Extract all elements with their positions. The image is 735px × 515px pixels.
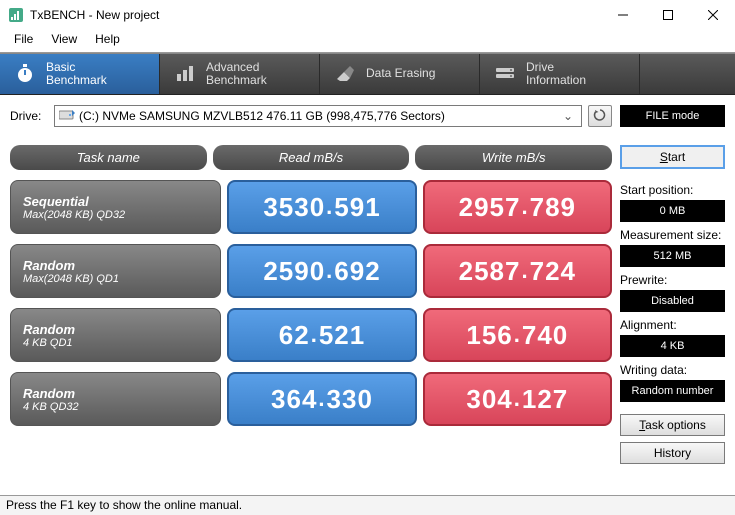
header-write: Write mB/s (415, 145, 612, 170)
write-value: 2587.724 (423, 244, 612, 298)
writing-data-value[interactable]: Random number (620, 380, 725, 402)
tab-label: Drive Information (526, 61, 586, 87)
app-icon (8, 7, 24, 23)
drive-select[interactable]: (C:) NVMe SAMSUNG MZVLB512 476.11 GB (99… (54, 105, 582, 127)
writing-data-label: Writing data: (620, 363, 725, 377)
file-mode-button[interactable]: FILE mode (620, 105, 725, 127)
menu-help[interactable]: Help (87, 30, 128, 50)
alignment-value[interactable]: 4 KB (620, 335, 725, 357)
tab-advanced-benchmark[interactable]: Advanced Benchmark (160, 54, 320, 94)
task-cell[interactable]: RandomMax(2048 KB) QD1 (10, 244, 221, 298)
drive-icon (494, 62, 516, 87)
read-value: 3530.591 (227, 180, 416, 234)
eraser-icon (334, 62, 356, 87)
menu-file[interactable]: File (6, 30, 41, 50)
header-task: Task name (10, 145, 207, 170)
tab-label: Advanced Benchmark (206, 61, 267, 87)
window-title: TxBENCH - New project (30, 8, 600, 22)
read-value: 2590.692 (227, 244, 416, 298)
read-value: 62.521 (227, 308, 416, 362)
start-position-label: Start position: (620, 183, 725, 197)
stopwatch-icon (14, 62, 36, 87)
result-row: Random4 KB QD162.521156.740 (10, 308, 612, 362)
task-cell[interactable]: Random4 KB QD1 (10, 308, 221, 362)
maximize-button[interactable] (645, 0, 690, 30)
task-cell[interactable]: Random4 KB QD32 (10, 372, 221, 426)
task-options-button[interactable]: Task options (620, 414, 725, 436)
close-button[interactable] (690, 0, 735, 30)
prewrite-label: Prewrite: (620, 273, 725, 287)
drive-label: Drive: (10, 109, 48, 123)
chevron-down-icon: ⌄ (559, 109, 577, 123)
task-title: Sequential (23, 194, 208, 209)
tab-data-erasing[interactable]: Data Erasing (320, 54, 480, 94)
tab-drive-information[interactable]: Drive Information (480, 54, 640, 94)
tab-basic-benchmark[interactable]: Basic Benchmark (0, 54, 160, 94)
minimize-button[interactable] (600, 0, 645, 30)
read-value: 364.330 (227, 372, 416, 426)
header-read: Read mB/s (213, 145, 410, 170)
task-subtitle: 4 KB QD1 (23, 337, 208, 349)
write-value: 2957.789 (423, 180, 612, 234)
tab-label: Basic Benchmark (46, 61, 107, 87)
drive-value: (C:) NVMe SAMSUNG MZVLB512 476.11 GB (99… (79, 109, 445, 123)
task-subtitle: Max(2048 KB) QD1 (23, 273, 208, 285)
task-subtitle: 4 KB QD32 (23, 401, 208, 413)
status-bar: Press the F1 key to show the online manu… (0, 495, 735, 515)
refresh-icon (593, 108, 607, 125)
bars-icon (174, 62, 196, 87)
write-value: 156.740 (423, 308, 612, 362)
menu-view[interactable]: View (43, 30, 85, 50)
drive-icon (59, 109, 75, 124)
measurement-size-label: Measurement size: (620, 228, 725, 242)
start-position-value[interactable]: 0 MB (620, 200, 725, 222)
tab-label: Data Erasing (366, 67, 435, 80)
result-row: SequentialMax(2048 KB) QD323530.5912957.… (10, 180, 612, 234)
task-title: Random (23, 322, 208, 337)
task-title: Random (23, 258, 208, 273)
start-button[interactable]: Start (620, 145, 725, 169)
alignment-label: Alignment: (620, 318, 725, 332)
task-title: Random (23, 386, 208, 401)
refresh-button[interactable] (588, 105, 612, 127)
prewrite-value[interactable]: Disabled (620, 290, 725, 312)
task-subtitle: Max(2048 KB) QD32 (23, 209, 208, 221)
measurement-size-value[interactable]: 512 MB (620, 245, 725, 267)
result-row: RandomMax(2048 KB) QD12590.6922587.724 (10, 244, 612, 298)
write-value: 304.127 (423, 372, 612, 426)
result-row: Random4 KB QD32364.330304.127 (10, 372, 612, 426)
history-button[interactable]: History (620, 442, 725, 464)
task-cell[interactable]: SequentialMax(2048 KB) QD32 (10, 180, 221, 234)
